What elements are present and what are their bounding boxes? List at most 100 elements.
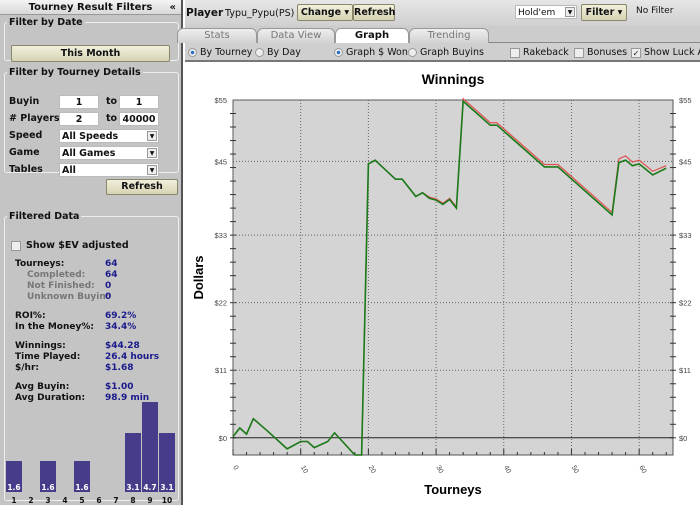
graph-options: By Tourney By Day Graph $ Won Graph Buyi… <box>185 43 700 62</box>
by-tourney-radio[interactable]: By Tourney <box>188 47 252 58</box>
x-tick-label: 0 <box>231 465 239 472</box>
dropdown-arrow-icon[interactable]: ▼ <box>147 165 157 175</box>
x-tick-label: 20 <box>367 465 377 475</box>
y-tick-label-right: $45 <box>679 157 692 166</box>
dropdown-arrow-icon[interactable]: ▼ <box>147 131 157 141</box>
rakeback-checkbox[interactable]: Rakeback <box>510 47 569 58</box>
y-tick-label-right: $22 <box>679 299 692 308</box>
plot-area <box>232 99 674 456</box>
histogram-label: 7 <box>113 496 119 505</box>
filtered-data-group: Filtered Data Show $EV adjusted Tourneys… <box>4 211 179 505</box>
players-to-input[interactable]: 40000 <box>119 112 159 126</box>
speed-select[interactable]: All Speeds ▼ <box>59 129 159 143</box>
histogram-label: 1 <box>11 496 17 505</box>
y-tick-label-left: $0 <box>219 434 227 443</box>
tables-label: Tables <box>9 164 43 175</box>
speed-value: All Speeds <box>62 131 119 142</box>
histogram-label: 5 <box>79 496 85 505</box>
radio-icon[interactable] <box>255 48 264 57</box>
change-button[interactable]: Change ▾ <box>297 4 353 21</box>
buyin-to-input[interactable]: 1 <box>119 95 159 109</box>
tab-graph[interactable]: Graph <box>335 28 409 44</box>
filters-panel: Tourney Result Filters « Filter by Date T… <box>0 0 183 505</box>
players-from-input[interactable]: 2 <box>59 112 99 126</box>
filter-label: Filter <box>585 7 615 18</box>
histogram-label: 2 <box>28 496 34 505</box>
collapse-icon[interactable]: « <box>170 0 176 15</box>
y-tick-label-left: $22 <box>214 299 227 308</box>
player-label: Player <box>186 7 224 19</box>
y-tick-label-left: $11 <box>215 366 227 375</box>
y-tick-label-left: $33 <box>214 231 227 240</box>
histogram-bar: 1.6 <box>40 461 56 492</box>
filter-button[interactable]: Filter ▾ <box>581 4 627 21</box>
histogram-label: 9 <box>147 496 153 505</box>
refresh-button[interactable]: Refresh <box>353 4 395 21</box>
histogram-label: 6 <box>96 496 102 505</box>
speed-label: Speed <box>9 130 43 141</box>
graph-buyins-radio[interactable]: Graph Buyins <box>408 47 484 58</box>
histogram-label: 4 <box>62 496 68 505</box>
game-select[interactable]: All Games ▼ <box>59 146 159 160</box>
to-label: to <box>106 113 118 124</box>
tab-stats[interactable]: Stats <box>177 28 257 43</box>
checkbox-icon[interactable] <box>574 47 584 58</box>
this-month-button[interactable]: This Month <box>11 45 170 62</box>
group-legend: Filter by Tourney Details <box>9 67 141 78</box>
histogram-bar: 4.7 <box>142 402 158 492</box>
histogram-bar: 1.6 <box>6 461 22 492</box>
tab-trending[interactable]: Trending <box>409 28 489 43</box>
show-luck-adj-checkbox[interactable]: ✓Show Luck Adj <box>631 47 700 58</box>
buyin-from-input[interactable]: 1 <box>59 95 99 109</box>
checkbox-label: Rakeback <box>523 47 569 58</box>
x-tick-label: 50 <box>570 465 580 475</box>
panel-title-text: Tourney Result Filters <box>28 2 153 13</box>
x-axis-label: Tourneys <box>424 482 482 497</box>
tables-select[interactable]: All ▼ <box>59 163 159 177</box>
chart-title: Winnings <box>422 71 485 87</box>
filter-status: No Filter <box>636 6 674 16</box>
game-label: Game <box>9 147 40 158</box>
players-label: # Players <box>9 113 60 124</box>
dropdown-arrow-icon[interactable]: ▼ <box>147 148 157 158</box>
filter-by-date-group: Filter by Date This Month <box>4 17 179 62</box>
graph-won-radio[interactable]: Graph $ Won <box>334 47 408 58</box>
histogram-label: 8 <box>130 496 136 505</box>
radio-icon[interactable] <box>188 48 197 57</box>
group-legend: Filter by Date <box>9 17 83 28</box>
radio-icon[interactable] <box>334 48 343 57</box>
y-tick-label-right: $11 <box>679 366 691 375</box>
tables-value: All <box>62 165 76 176</box>
checkbox-label: Bonuses <box>587 47 628 58</box>
group-legend: Filtered Data <box>9 211 80 222</box>
y-tick-label-left: $45 <box>214 157 227 166</box>
radio-label: By Day <box>267 47 301 58</box>
y-axis-label: Dollars <box>191 255 206 299</box>
chevron-down-icon: ▾ <box>344 7 350 18</box>
histogram-label: 3 <box>45 496 51 505</box>
bonuses-checkbox[interactable]: Bonuses <box>574 47 627 58</box>
main-area: Player Typu_Pypu(PS) Change ▾ Refresh Ho… <box>177 0 700 505</box>
game-type-select[interactable]: Hold'em ▼ <box>515 5 577 19</box>
x-tick-label: 60 <box>637 465 647 475</box>
change-label: Change <box>300 7 342 18</box>
buyin-label: Buyin <box>9 96 40 107</box>
radio-icon[interactable] <box>408 48 417 57</box>
by-day-radio[interactable]: By Day <box>255 47 301 58</box>
histogram-label: 10 <box>161 496 173 505</box>
x-tick-label: 30 <box>434 465 444 475</box>
radio-label: Graph $ Won <box>346 47 408 58</box>
checkbox-icon[interactable] <box>510 47 520 58</box>
refresh-filters-button[interactable]: Refresh <box>106 179 178 195</box>
radio-label: By Tourney <box>200 47 253 58</box>
histogram-bar: 1.6 <box>74 461 90 492</box>
checkbox-label: Show Luck Adj <box>644 47 700 58</box>
panel-title: Tourney Result Filters « <box>0 0 181 15</box>
game-type-value: Hold'em <box>518 8 556 18</box>
player-name: Typu_Pypu(PS) <box>225 8 295 19</box>
histogram-bar: 3.1 <box>159 432 175 492</box>
tab-data-view[interactable]: Data View <box>257 28 335 43</box>
dropdown-arrow-icon[interactable]: ▼ <box>565 7 575 17</box>
checkbox-checked-icon[interactable]: ✓ <box>631 47 641 58</box>
histogram-bar: 3.1 <box>125 432 141 492</box>
